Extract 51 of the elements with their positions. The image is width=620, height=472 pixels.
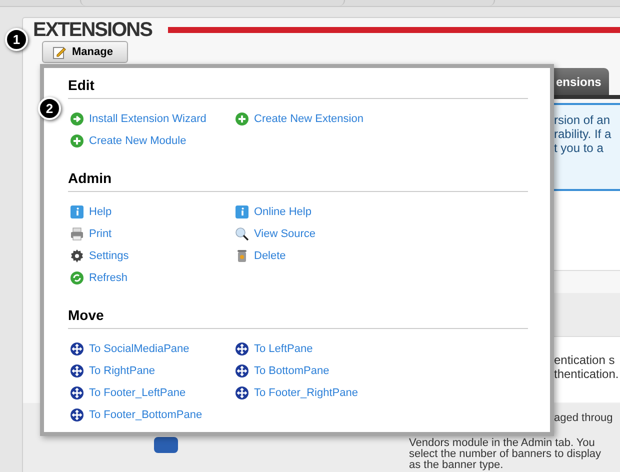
step-badge: 1 — [5, 28, 28, 51]
menu-link[interactable]: Create New Module — [70, 130, 235, 152]
arrow-circle-icon — [70, 112, 84, 126]
manage-button[interactable]: Manage — [42, 41, 128, 63]
menu-link[interactable]: Install Extension Wizard — [70, 108, 235, 130]
menu-link[interactable]: Settings — [70, 245, 235, 267]
row-text: thentication. — [554, 367, 620, 381]
move-icon — [70, 408, 84, 422]
description-text: as the banner type. — [409, 460, 504, 471]
section-heading: Edit — [68, 73, 528, 99]
move-icon — [70, 386, 84, 400]
move-icon — [235, 342, 249, 356]
menu-link[interactable]: Online Help — [235, 201, 435, 223]
description-text: select the number of banners to display — [409, 449, 602, 460]
menu-link[interactable]: Help — [70, 201, 235, 223]
description-text: aged throug — [553, 413, 613, 424]
info-text: rsion of an — [554, 113, 612, 127]
move-icon — [70, 364, 84, 378]
menu-link[interactable]: To Footer_BottomPane — [70, 404, 235, 426]
menu-link[interactable]: To Footer_LeftPane — [70, 382, 235, 404]
gear-icon — [70, 249, 84, 263]
add-icon — [70, 134, 84, 148]
menu-link[interactable]: To BottomPane — [235, 360, 435, 382]
menu-link[interactable]: To RightPane — [70, 360, 235, 382]
section-heading: Admin — [68, 166, 528, 192]
info-icon — [70, 205, 84, 219]
trash-icon — [235, 249, 249, 263]
menu-link[interactable]: To LeftPane — [235, 338, 435, 360]
menu-link[interactable]: To SocialMediaPane — [70, 338, 235, 360]
add-icon — [235, 112, 249, 126]
magnifier-icon — [235, 227, 249, 241]
info-text: rability. If a — [554, 127, 612, 141]
row-text: entication s — [554, 353, 616, 367]
info-text: t you to a — [554, 141, 604, 155]
move-icon — [70, 342, 84, 356]
description-text: Vendors module in the Admin tab. You — [409, 438, 596, 449]
refresh-icon — [70, 271, 84, 285]
menu-link[interactable]: Refresh — [70, 267, 235, 289]
info-icon — [235, 205, 249, 219]
menu-link[interactable]: To Footer_RightPane — [235, 382, 435, 404]
menu-link[interactable]: Print — [70, 223, 235, 245]
move-icon — [235, 386, 249, 400]
menu-link[interactable]: View Source — [235, 223, 435, 245]
menu-link[interactable]: Create New Extension — [235, 108, 435, 130]
printer-icon — [70, 227, 84, 241]
move-icon — [235, 364, 249, 378]
page-title: EXTENSIONS — [33, 20, 152, 40]
menu-link[interactable]: Delete — [235, 245, 435, 267]
edit-icon — [53, 46, 66, 58]
section-heading: Move — [68, 303, 528, 329]
module-icon — [154, 437, 178, 453]
